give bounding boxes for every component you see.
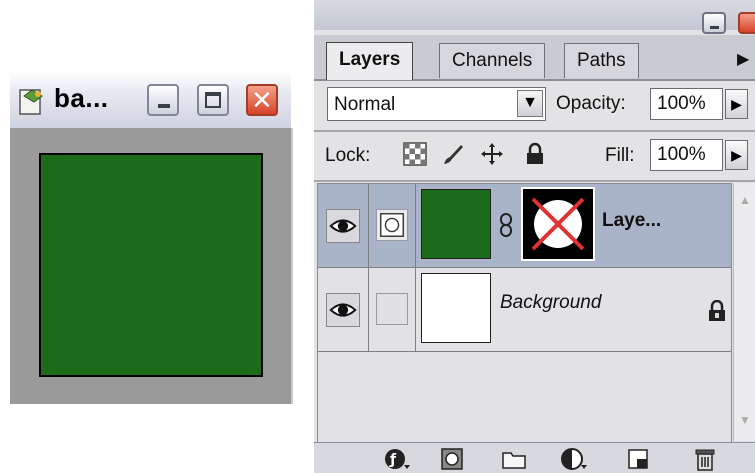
eye-icon[interactable]: [326, 209, 360, 243]
scroll-up-icon[interactable]: ▲: [736, 191, 754, 209]
new-layer-icon[interactable]: [625, 447, 651, 471]
chevron-down-icon[interactable]: ▼: [517, 90, 543, 117]
fill-label: Fill:: [605, 145, 635, 166]
minimize-icon: [710, 26, 719, 29]
layer-link-cell[interactable]: [369, 268, 416, 351]
layers-scrollbar[interactable]: ▲ ▼: [733, 183, 755, 441]
empty-link-box: [376, 293, 408, 325]
close-icon: ✕: [251, 85, 273, 115]
lock-all-icon[interactable]: [523, 142, 547, 166]
layer-row[interactable]: Background: [318, 268, 731, 352]
maximize-icon: [205, 92, 221, 108]
lock-transparent-pixels-icon[interactable]: [403, 142, 427, 166]
lock-image-pixels-brush-icon[interactable]: [441, 142, 465, 166]
close-button[interactable]: ✕: [246, 84, 278, 116]
link-chain-icon[interactable]: [498, 212, 514, 238]
photoshop-document-icon: [19, 89, 43, 115]
layer-mask-indicator-icon: [376, 209, 408, 241]
visibility-cell[interactable]: [318, 268, 369, 351]
blend-mode-select[interactable]: Normal ▼: [327, 87, 546, 121]
opacity-input[interactable]: 100%: [650, 88, 723, 120]
svg-text:ƒ: ƒ: [389, 452, 397, 468]
adjustment-layer-icon[interactable]: [561, 447, 587, 471]
palette-close-button[interactable]: [738, 12, 755, 34]
layer-name: Background: [500, 292, 602, 313]
palette-tabs: Layers Channels Paths ▶: [314, 35, 755, 81]
blend-mode-value: Normal: [334, 94, 396, 115]
tab-paths[interactable]: Paths: [564, 43, 639, 78]
eye-icon[interactable]: [326, 293, 360, 327]
fill-slider-arrow-icon[interactable]: ▶: [725, 140, 748, 170]
maximize-button[interactable]: [197, 84, 229, 116]
link-layers-icon[interactable]: ƒ: [384, 447, 410, 471]
layer-thumbnail[interactable]: [421, 273, 491, 343]
opacity-slider-arrow-icon[interactable]: ▶: [725, 89, 748, 119]
document-window: ba... ✕: [10, 72, 293, 404]
lock-icon: [709, 300, 725, 321]
divider: [314, 180, 755, 182]
layers-list: Laye... Background: [317, 183, 732, 443]
minimize-button[interactable]: [147, 84, 179, 116]
scroll-down-icon[interactable]: ▼: [736, 411, 754, 429]
document-image[interactable]: [39, 153, 263, 377]
visibility-cell[interactable]: [318, 184, 369, 267]
new-group-icon[interactable]: [501, 447, 527, 471]
document-canvas-area[interactable]: [10, 128, 293, 404]
divider: [314, 130, 755, 132]
minimize-icon: [158, 104, 170, 108]
layers-palette: Layers Channels Paths ▶ Normal ▼ Opacity…: [314, 0, 755, 473]
document-titlebar[interactable]: ba... ✕: [10, 72, 291, 129]
layer-mask-indicator-cell[interactable]: [369, 184, 416, 267]
add-mask-icon[interactable]: [439, 447, 465, 471]
layer-thumbnail[interactable]: [421, 189, 491, 259]
vector-mask-thumbnail[interactable]: [521, 187, 595, 261]
tab-channels[interactable]: Channels: [439, 43, 546, 78]
fill-input[interactable]: 100%: [650, 139, 723, 171]
palette-titlebar[interactable]: [314, 0, 755, 34]
lock-label: Lock:: [325, 145, 371, 166]
palette-minimize-button[interactable]: [702, 12, 726, 34]
layer-name: Laye...: [602, 210, 662, 231]
delete-layer-icon[interactable]: [692, 447, 718, 471]
opacity-label: Opacity:: [556, 93, 626, 114]
layers-bottom-toolbar: ƒ: [314, 442, 755, 473]
palette-menu-arrow-icon[interactable]: ▶: [737, 49, 749, 69]
tab-layers[interactable]: Layers: [326, 42, 414, 80]
lock-position-move-icon[interactable]: [480, 142, 504, 166]
document-title: ba...: [54, 83, 109, 113]
layer-row[interactable]: Laye...: [318, 184, 731, 268]
